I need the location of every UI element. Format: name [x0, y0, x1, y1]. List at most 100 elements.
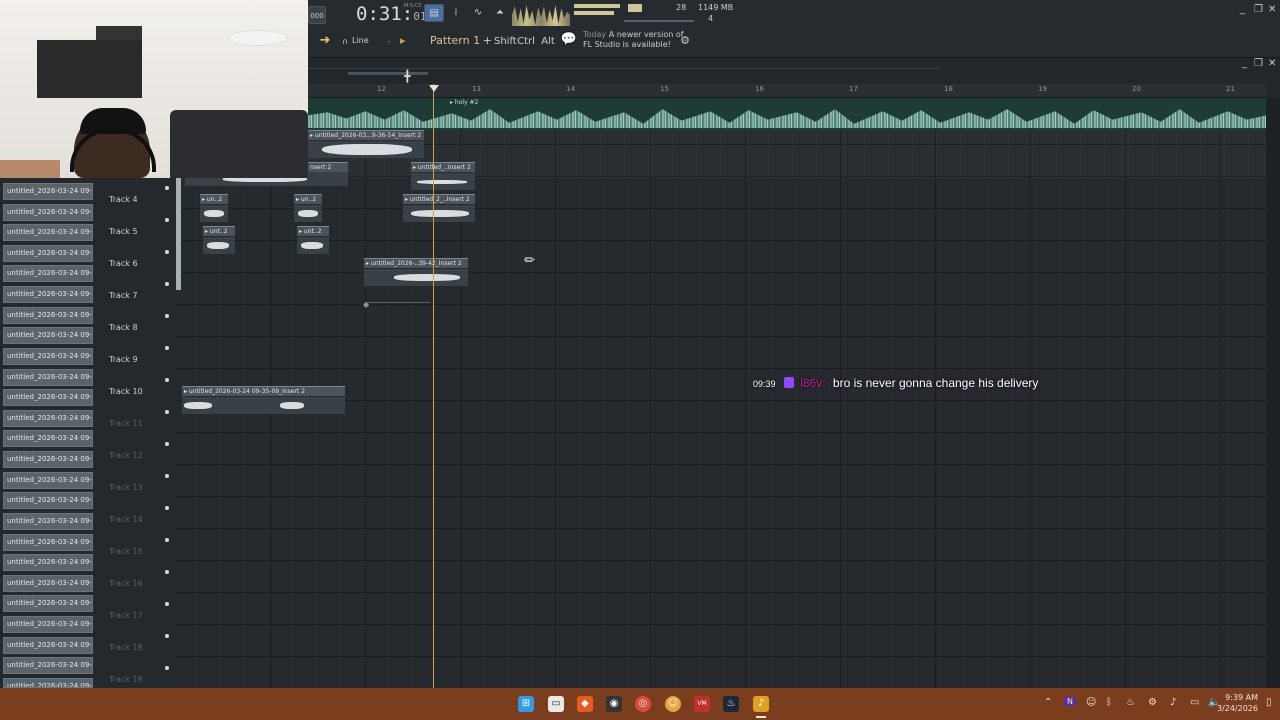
shift-key-button[interactable]: Shift	[494, 33, 517, 51]
track-header-14[interactable]: Track 14	[109, 515, 143, 524]
track-mute-dot[interactable]	[165, 602, 169, 606]
track-mute-dot[interactable]	[165, 378, 169, 382]
playhead-marker-icon[interactable]	[429, 85, 439, 92]
obs-icon[interactable]: ◉	[606, 696, 622, 712]
wait-icon[interactable]: ∿	[468, 4, 488, 22]
picker-clip[interactable]: untitled_2026-03-24 09-	[3, 307, 93, 324]
track-header-15[interactable]: Track 15	[109, 547, 143, 556]
audio-clip-master[interactable]: ▸ holy #2	[308, 98, 1266, 130]
audio-clip[interactable]: ▸ untitled_2_..Insert 2	[403, 194, 475, 224]
playlist-scroll-marker-icon[interactable]: ╋	[404, 70, 411, 83]
master-volume-slider[interactable]	[624, 20, 694, 22]
picker-clip[interactable]: untitled_2026-03-24 09-	[3, 369, 93, 386]
picker-clip[interactable]: untitled_2026-03-24 09-	[3, 286, 93, 303]
playlist-close-icon[interactable]: ✕	[1268, 58, 1276, 69]
audio-clip[interactable]: ▸ untitled_..Insert 2	[411, 162, 475, 192]
add-pattern-icon[interactable]: +	[483, 33, 492, 49]
track-header-17[interactable]: Track 17	[109, 611, 143, 620]
track-header-6[interactable]: Track 6	[109, 259, 138, 268]
audio-clip[interactable]: ▸ unt..2	[297, 226, 329, 256]
track-header-19[interactable]: Track 19	[109, 675, 143, 684]
track-header-10[interactable]: Track 10	[109, 387, 143, 396]
tray-overflow-icon[interactable]: ⌃	[1044, 697, 1052, 708]
picker-clip[interactable]: untitled_2026-03-24 09-	[3, 492, 93, 509]
minimize-icon[interactable]: _	[1240, 4, 1245, 15]
onenote-tray-icon[interactable]: N	[1064, 697, 1076, 706]
audio-clip[interactable]: ▸ untitled_2026-..39-42_Insert 2	[364, 258, 468, 288]
automation-line[interactable]	[366, 302, 430, 303]
picker-clip[interactable]: untitled_2026-03-24 09-	[3, 389, 93, 406]
app-tray-icon[interactable]: ⚙	[1148, 697, 1157, 708]
audio-clip[interactable]: ▸ untitled_2026-03...9-36-54_Insert 2	[308, 130, 424, 160]
track-mute-dot[interactable]	[165, 666, 169, 670]
track-header-11[interactable]: Track 11	[109, 419, 143, 428]
pattern-selector[interactable]: ▸ Pattern 1 +	[400, 33, 492, 49]
track-header-9[interactable]: Track 9	[109, 355, 138, 364]
playlist-restore-icon[interactable]: ❐	[1254, 58, 1263, 69]
pattern-song-toggle[interactable]: ▤	[424, 4, 444, 22]
track-header-16[interactable]: Track 16	[109, 579, 143, 588]
track-header-8[interactable]: Track 8	[109, 323, 138, 332]
snap-chevron-icon[interactable]: ›	[380, 33, 398, 51]
picker-clip[interactable]: untitled_2026-03-24 09-	[3, 595, 93, 612]
track-mute-dot[interactable]	[165, 346, 169, 350]
brave-browser-icon[interactable]: ◆	[577, 696, 593, 712]
automation-point-icon[interactable]: ◆	[363, 300, 369, 309]
ctrl-key-button[interactable]: Ctrl	[517, 33, 535, 51]
picker-clip[interactable]: untitled_2026-03-24 09-	[3, 616, 93, 633]
picker-clip[interactable]: untitled_2026-03-24 09-	[3, 657, 93, 674]
track-mute-dot[interactable]	[165, 410, 169, 414]
time-format-button[interactable]: 000	[308, 6, 326, 24]
picker-clip[interactable]: untitled_2026-03-24 09-	[3, 554, 93, 571]
picker-clip[interactable]: untitled_2026-03-24 09-	[3, 575, 93, 592]
online-gear-icon[interactable]: ⚙	[676, 32, 694, 50]
windows-start-icon[interactable]: ⊞	[518, 696, 534, 712]
discord-tray-icon[interactable]: ☺	[1086, 697, 1096, 708]
picker-clip[interactable]: untitled_2026-03-24 09-	[3, 204, 93, 221]
track-selector-bar[interactable]	[176, 178, 181, 290]
picker-clip[interactable]: untitled_2026-03-24 09-	[3, 245, 93, 262]
timeline-ruler[interactable]: 12 13 14 15 16 17 18 19 20 21	[308, 84, 1266, 98]
picker-clip[interactable]: untitled_2026-03-24 09-	[3, 348, 93, 365]
close-icon[interactable]: ✕	[1268, 4, 1276, 15]
picker-clip[interactable]: untitled_2026-03-24 09-	[3, 472, 93, 489]
track-header-5[interactable]: Track 5	[109, 227, 138, 236]
playlist-minimize-icon[interactable]: _	[1242, 58, 1247, 69]
track-mute-dot[interactable]	[165, 442, 169, 446]
chrome-icon[interactable]: ◎	[635, 696, 651, 712]
picker-clip[interactable]: untitled_2026-03-24 09-	[3, 265, 93, 282]
snap-mode-select[interactable]: Line	[352, 36, 369, 45]
picker-clip[interactable]: untitled_2026-03-24 09-	[3, 451, 93, 468]
bluetooth-tray-icon[interactable]: ᛒ	[1106, 697, 1112, 708]
file-explorer-icon[interactable]: ▭	[548, 696, 564, 712]
picker-clip[interactable]: untitled_2026-03-24 09-	[3, 224, 93, 241]
track-mute-dot[interactable]	[165, 186, 169, 190]
playlist-scrollbar[interactable]	[1266, 98, 1280, 688]
picker-clip[interactable]: untitled_2026-03-24 09-	[3, 183, 93, 200]
picker-clip[interactable]: untitled_2026-03-24 09-	[3, 430, 93, 447]
voicemeeter-icon[interactable]: VM	[694, 696, 710, 712]
track-mute-dot[interactable]	[165, 250, 169, 254]
restore-icon[interactable]: ❐	[1254, 4, 1263, 15]
network-icon[interactable]: ▭	[1190, 697, 1199, 708]
picker-clip[interactable]: untitled_2026-03-24 09-	[3, 513, 93, 530]
fl-tray-icon[interactable]: ♪	[1170, 697, 1176, 708]
picker-clip[interactable]: untitled_2026-03-24 09-	[3, 678, 93, 688]
track-header-18[interactable]: Track 18	[109, 643, 143, 652]
picker-clip[interactable]: untitled_2026-03-24 09-	[3, 637, 93, 654]
audio-clip[interactable]: ▸ un..2	[294, 194, 322, 224]
steam-tray-icon[interactable]: ♨	[1126, 697, 1135, 708]
track-mute-dot[interactable]	[165, 474, 169, 478]
track-mute-dot[interactable]	[165, 314, 169, 318]
alt-key-button[interactable]: Alt	[539, 33, 557, 51]
picker-clip[interactable]: untitled_2026-03-24 09-	[3, 534, 93, 551]
taskbar-clock[interactable]: 9:39 AM 3/24/2026	[1217, 692, 1258, 714]
step-seq-icon[interactable]: ⁞	[446, 4, 466, 22]
track-mute-dot[interactable]	[165, 218, 169, 222]
picker-clip[interactable]: untitled_2026-03-24 09-	[3, 410, 93, 427]
audio-clip[interactable]: ▸ untitled_2026-03-24 09-35-09_Insert 2	[182, 386, 345, 416]
audio-clip[interactable]: ▸ unt..2	[203, 226, 235, 256]
track-mute-dot[interactable]	[165, 282, 169, 286]
arrow-tool-icon[interactable]: ➜	[316, 32, 334, 50]
picker-clip[interactable]: untitled_2026-03-24 09-	[3, 327, 93, 344]
